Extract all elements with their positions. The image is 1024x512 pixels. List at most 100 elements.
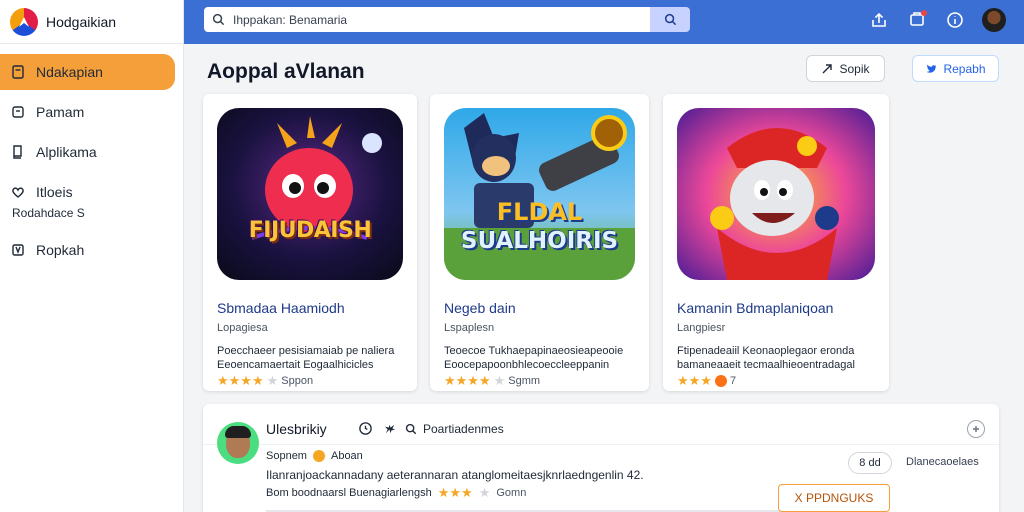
app-artwork: FIJUDAISH bbox=[217, 108, 403, 280]
app-description-line: Poecchaeer pesisiamaiab pe naliera bbox=[217, 345, 395, 357]
sidebar-item-label: Alplikama bbox=[36, 144, 97, 160]
share-icon bbox=[822, 63, 833, 73]
report-button-label: Repabh bbox=[943, 61, 986, 76]
page-title: Aoppal aVlanan bbox=[207, 60, 365, 83]
user-avatar[interactable] bbox=[982, 8, 1006, 32]
more-options-icon[interactable] bbox=[967, 420, 985, 438]
app-description: Poecchaeer pesisiamaiab pe naliera Eeoen… bbox=[217, 344, 403, 372]
app-artwork-text: SUALHOIRIS bbox=[460, 228, 619, 254]
app-description-line: Eeoencamaertait Eogaalhicicles bbox=[217, 359, 374, 371]
app-artwork: FLDAL SUALHOIRIS bbox=[444, 108, 635, 280]
rating-stars: ★★★★ bbox=[217, 373, 264, 388]
report-button[interactable]: Repabh bbox=[912, 55, 999, 82]
review-sub-label: Sopnem bbox=[266, 450, 307, 462]
rating-stars: ★★★ bbox=[437, 485, 473, 500]
square-icon bbox=[10, 104, 26, 120]
dragon-artwork bbox=[677, 108, 875, 280]
app-card[interactable]: FIJUDAISH Sbmadaa Haamiodh Lopagiesa Poe… bbox=[203, 94, 417, 391]
share-button[interactable]: Sopik bbox=[806, 55, 885, 82]
search-icon bbox=[664, 13, 676, 26]
review-action-button[interactable]: X PPDNGUKS bbox=[778, 484, 890, 512]
reviewer-avatar[interactable] bbox=[217, 422, 259, 464]
sidebar-sub-label: Rodahdace S bbox=[12, 206, 85, 220]
app-rating: ★★★ 7 bbox=[677, 374, 875, 387]
review-panel: Ulesbrikiy Poartiadenmes Sopnem Aboan Il… bbox=[203, 404, 999, 512]
bookmark-icon bbox=[10, 242, 26, 258]
app-title[interactable]: Kamanin Bdmaplaniqoan bbox=[677, 300, 875, 316]
app-title[interactable]: Sbmadaa Haamiodh bbox=[217, 300, 403, 316]
app-developer: Langpiesr bbox=[677, 322, 726, 334]
review-meta: Bom boodnaarsl Buenagiarlengsh ★★★ ★ Gom… bbox=[266, 486, 526, 499]
review-search-label: Poartiadenmes bbox=[423, 422, 504, 436]
sidebar-item-2[interactable]: Pamam bbox=[0, 94, 175, 130]
book-icon bbox=[10, 144, 26, 160]
review-meta-label: Bom boodnaarsl Buenagiarlengsh bbox=[266, 486, 432, 499]
brand[interactable]: Hodgaikian bbox=[0, 0, 183, 44]
app-rating: ★★★★ ★ Sppon bbox=[217, 374, 403, 387]
app-description-line: Eoocepapoonbhlecoeccleeppanin bbox=[444, 359, 610, 371]
search-box[interactable] bbox=[204, 7, 650, 32]
app-name: Hodgaikian bbox=[46, 13, 117, 30]
app-rating: ★★★★ ★ Sgmm bbox=[444, 374, 635, 387]
sidebar-item-label: Itloeis bbox=[36, 184, 73, 200]
helpful-count-pill[interactable]: 8 dd bbox=[848, 452, 892, 474]
review-actions bbox=[358, 421, 398, 436]
helpful-label[interactable]: Dlanecaoelaes bbox=[906, 456, 979, 468]
review-search[interactable]: Poartiadenmes bbox=[405, 422, 504, 436]
app-description-line: bamaneaaeit tecmaalhieoentradagal bbox=[677, 359, 855, 371]
sidebar-item-label: Ndakapian bbox=[36, 64, 103, 80]
divider bbox=[203, 444, 999, 445]
search-button[interactable] bbox=[650, 7, 690, 32]
sidebar: Hodgaikian Ndakapian Pamam Alplikama Itl… bbox=[0, 0, 184, 512]
app-description: Teoecoe Tukhaepapinaeosieapeooie Eoocepa… bbox=[444, 344, 635, 372]
app-card[interactable]: Kamanin Bdmaplaniqoan Langpiesr Ftipenad… bbox=[663, 94, 889, 391]
app-description-line: Teoecoe Tukhaepapinaeosieapeooie bbox=[444, 345, 624, 357]
rating-count: 7 bbox=[729, 374, 737, 387]
app-developer: Lspaplesn bbox=[444, 322, 495, 334]
review-sub-extra: Aboan bbox=[330, 450, 363, 462]
sidebar-item-4[interactable]: Itloeis bbox=[0, 174, 175, 210]
emoji-icon bbox=[714, 374, 727, 387]
upload-icon[interactable] bbox=[868, 9, 890, 31]
heart-icon bbox=[10, 184, 26, 200]
app-logo-icon bbox=[10, 7, 38, 36]
search-input[interactable] bbox=[233, 12, 613, 27]
monster-artwork bbox=[217, 108, 403, 280]
sidebar-nav: Ndakapian Pamam Alplikama Itloeis Rodahd… bbox=[0, 54, 183, 268]
share-button-label: Sopik bbox=[839, 61, 870, 76]
clock-icon[interactable] bbox=[358, 421, 373, 436]
app-artwork bbox=[677, 108, 875, 280]
header-actions bbox=[868, 8, 1006, 32]
review-subline: Sopnem Aboan bbox=[266, 450, 363, 462]
sidebar-item-1[interactable]: Ndakapian bbox=[0, 54, 175, 90]
sidebar-item-5[interactable]: Ropkah bbox=[0, 232, 175, 268]
search-icon bbox=[405, 423, 417, 435]
reviewer-name[interactable]: Ulesbrikiy bbox=[266, 421, 327, 437]
star-empty-icon: ★ bbox=[478, 485, 491, 500]
app-title[interactable]: Negeb dain bbox=[444, 300, 635, 316]
app-description-line: Ftipenadeaiil Keonaoplegaor eronda bbox=[677, 345, 855, 357]
document-icon bbox=[10, 64, 26, 80]
sidebar-item-label: Pamam bbox=[36, 104, 85, 120]
notification-dot bbox=[921, 10, 927, 16]
star-empty-icon: ★ bbox=[493, 373, 506, 388]
sidebar-item-3[interactable]: Alplikama bbox=[0, 134, 175, 170]
emoji-icon bbox=[312, 450, 325, 462]
rating-count: Sgmm bbox=[508, 374, 541, 387]
notification-icon[interactable] bbox=[906, 9, 928, 31]
app-card[interactable]: FLDAL SUALHOIRIS Negeb dain Lspaplesn Te… bbox=[430, 94, 649, 391]
app-artwork-text: FIJUDAISH bbox=[248, 218, 372, 243]
sidebar-item-label: Ropkah bbox=[36, 242, 85, 258]
rating-stars: ★★★ bbox=[677, 373, 712, 388]
pin-icon[interactable] bbox=[383, 421, 398, 436]
star-empty-icon: ★ bbox=[266, 373, 279, 388]
app-artwork-text: FLDAL bbox=[496, 198, 583, 226]
avatar-hair bbox=[225, 426, 251, 438]
rating-count: Gomn bbox=[496, 486, 527, 499]
info-icon[interactable] bbox=[944, 9, 966, 31]
app-description: Ftipenadeaiil Keonaoplegaor eronda baman… bbox=[677, 344, 875, 372]
review-text: Ilanranjoackannadany aeterannaran atangl… bbox=[266, 468, 644, 482]
search-icon bbox=[212, 13, 225, 26]
rating-stars: ★★★★ bbox=[444, 373, 491, 388]
bird-icon bbox=[926, 64, 937, 73]
